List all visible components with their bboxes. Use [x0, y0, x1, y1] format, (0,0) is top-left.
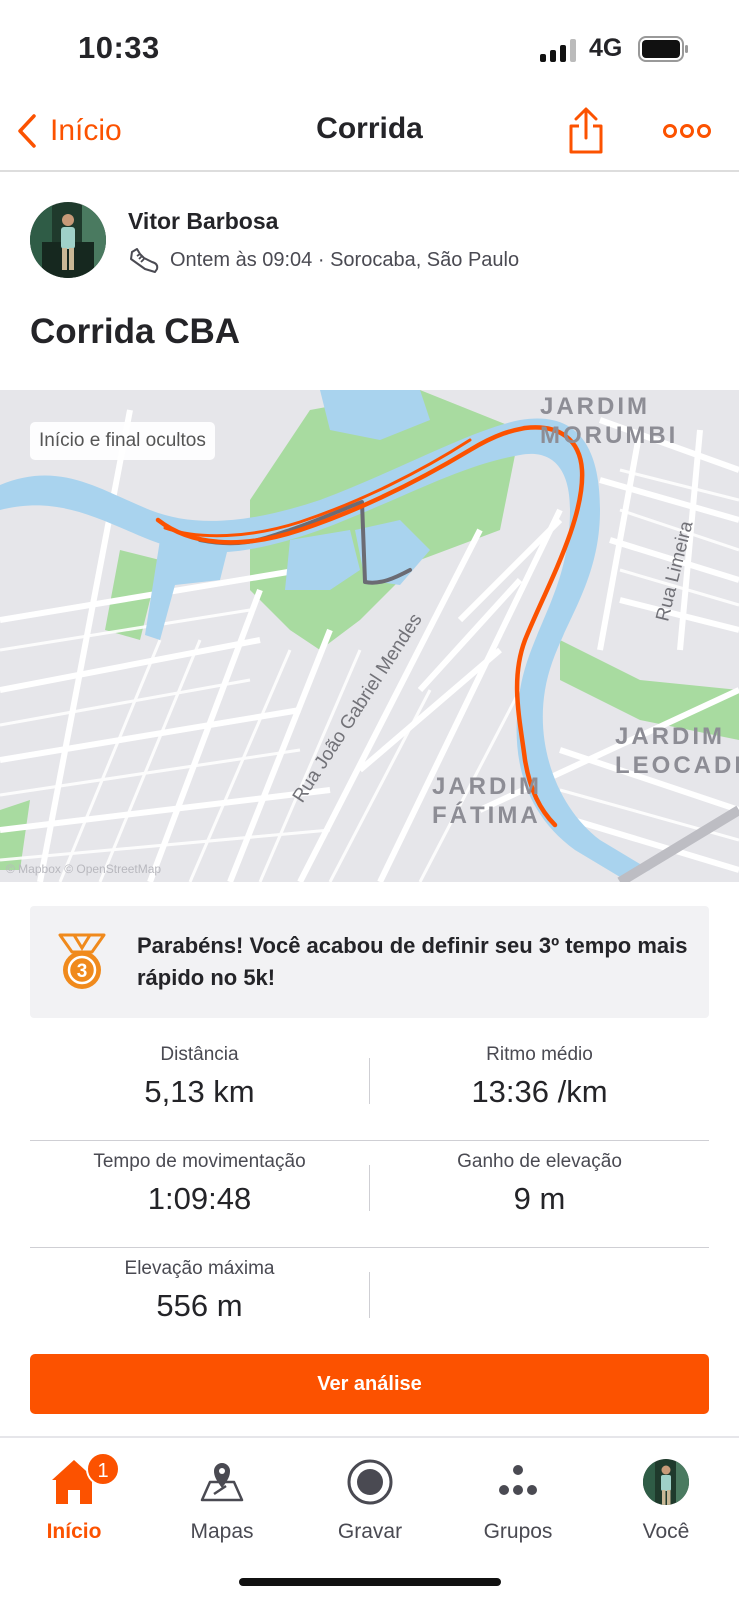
stat-moving-time: Tempo de movimentação 1:09:48 [30, 1141, 369, 1248]
stat-value: 1:09:48 [147, 1181, 252, 1216]
stats-grid: Distância 5,13 km Ritmo médio 13:36 /km … [30, 1034, 709, 1355]
stat-row: Distância 5,13 km Ritmo médio 13:36 /km [30, 1034, 709, 1141]
more-icon [663, 124, 711, 138]
share-icon [569, 107, 603, 154]
stat-max-elevation: Elevação máxima 556 m [30, 1248, 369, 1355]
tab-voce[interactable]: Você [592, 1438, 739, 1558]
stat-value: 556 m [156, 1288, 243, 1323]
record-icon [347, 1459, 393, 1505]
tab-inicio[interactable]: 1 Início [0, 1438, 148, 1558]
tab-label: Mapas [190, 1520, 254, 1543]
stat-value: 9 m [513, 1181, 566, 1216]
signal-icon [540, 38, 578, 62]
stat-row: Elevação máxima 556 m [30, 1248, 709, 1355]
medal-number: 3 [77, 961, 88, 982]
place-label: JARDIM LEOCADI [615, 723, 739, 779]
divider [369, 1272, 370, 1318]
place-label: JARDIM MORUMBI [540, 393, 679, 449]
activity-meta-text: Ontem às 09:04 · Sorocaba, São Paulo [170, 248, 520, 271]
stat-row: Tempo de movimentação 1:09:48 Ganho de e… [30, 1141, 709, 1248]
stat-value: 5,13 km [144, 1074, 255, 1109]
network-type: 4G [589, 34, 623, 62]
home-indicator[interactable] [239, 1578, 501, 1586]
map-attribution[interactable]: © Mapbox © OpenStreetMap [6, 862, 161, 876]
stat-label: Distância [160, 1044, 239, 1065]
stat-pace: Ritmo médio 13:36 /km [370, 1034, 709, 1141]
railway [617, 805, 739, 882]
athlete-header[interactable]: Vitor Barbosa Ontem às 09:04 · Sorocaba,… [30, 202, 710, 282]
medal-icon: 3 [54, 932, 110, 992]
place-label: JARDIM FÁTIMA [432, 773, 543, 829]
groups-icon [499, 1465, 537, 1495]
status-bar: 10:33 4G [0, 0, 739, 96]
avatar[interactable] [30, 202, 106, 278]
athlete-name[interactable]: Vitor Barbosa [128, 208, 278, 235]
more-button[interactable] [662, 116, 712, 146]
share-button[interactable] [566, 106, 606, 156]
tab-label: Gravar [337, 1520, 403, 1543]
nav-header: Início Corrida [0, 96, 739, 172]
map-pin-icon [200, 1463, 244, 1502]
stat-label: Tempo de movimentação [93, 1151, 306, 1172]
page-title: Corrida [316, 112, 423, 145]
activity-meta: Ontem às 09:04 · Sorocaba, São Paulo [128, 244, 519, 276]
stat-label: Ganho de elevação [457, 1151, 622, 1172]
battery-icon [638, 36, 690, 62]
stat-distance: Distância 5,13 km [30, 1034, 369, 1141]
map-privacy-badge: Início e final ocultos [30, 422, 215, 460]
tab-label: Início [46, 1520, 102, 1543]
stat-label: Elevação máxima [124, 1258, 275, 1279]
stat-elevation-gain: Ganho de elevação 9 m [370, 1141, 709, 1248]
tab-label: Grupos [483, 1520, 553, 1543]
achievement-banner[interactable]: 3 Parabéns! Você acabou de definir seu 3… [30, 906, 709, 1018]
tab-bar: 1 Início Mapas Gravar Grupos Você [0, 1436, 739, 1600]
shoe-icon [130, 248, 159, 273]
tab-mapas[interactable]: Mapas [148, 1438, 296, 1558]
avatar [643, 1459, 689, 1505]
tab-label: Você [642, 1520, 690, 1543]
notification-badge: 1 [86, 1452, 120, 1486]
route-map[interactable]: Início e final ocultos JARDIM MORUMBI JA… [0, 390, 739, 882]
view-analysis-button[interactable]: Ver análise [30, 1354, 709, 1414]
stat-value: 13:36 /km [471, 1074, 608, 1109]
stat-label: Ritmo médio [486, 1044, 593, 1065]
tab-grupos[interactable]: Grupos [444, 1438, 592, 1558]
achievement-text: Parabéns! Você acabou de definir seu 3º … [137, 933, 688, 990]
tab-gravar[interactable]: Gravar [296, 1438, 444, 1558]
activity-title: Corrida CBA [30, 312, 241, 351]
status-time: 10:33 [78, 30, 160, 65]
